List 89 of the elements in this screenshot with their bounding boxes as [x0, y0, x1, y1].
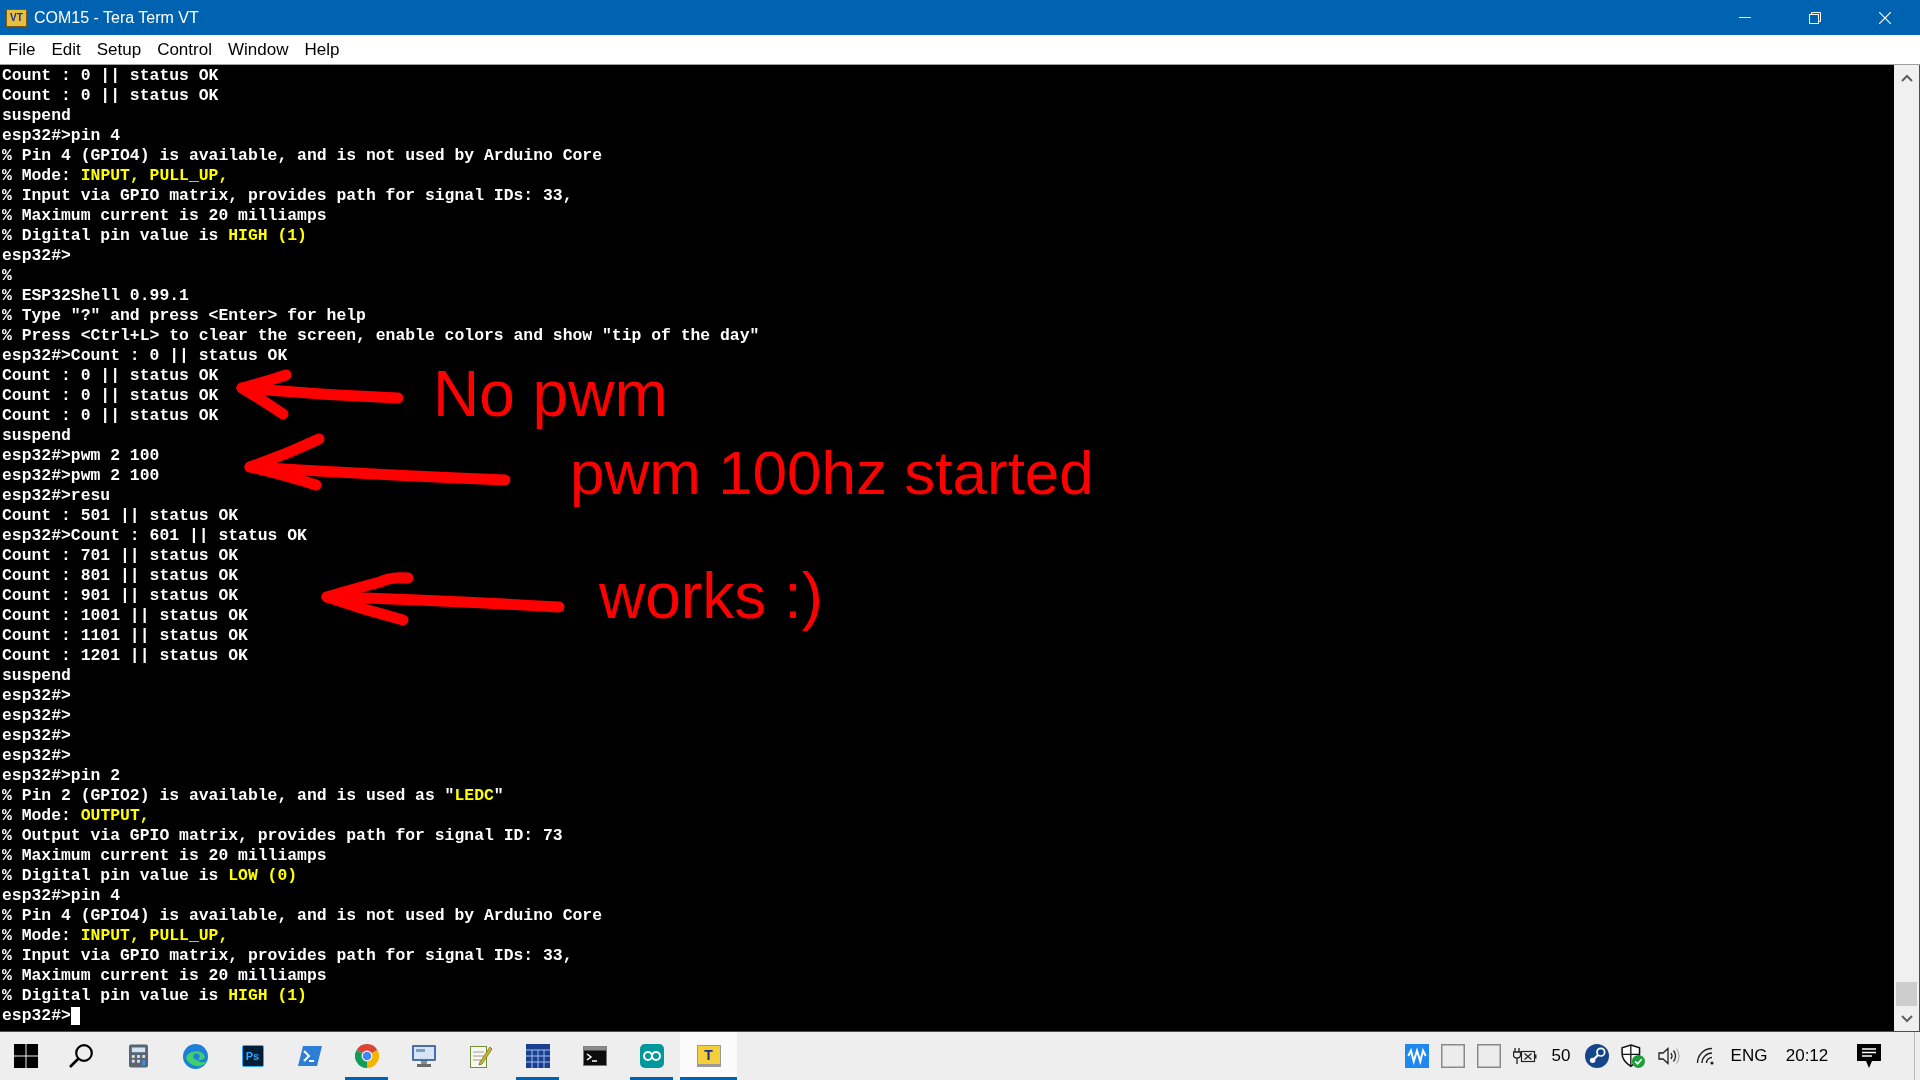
terminal-line: Count : 501 || status OK — [2, 506, 239, 526]
terminal-line: esp32#>pin 4 — [2, 126, 121, 146]
terminal-line: suspend — [2, 666, 71, 686]
terminal-line: esp32#>Count : 0 || status OK — [2, 346, 288, 366]
terminal-line: % Mode: OUTPUT, — [2, 806, 150, 826]
search-icon — [69, 1044, 93, 1068]
taskbar-app-button[interactable]: T — [680, 1032, 737, 1080]
chevron-down-icon — [1900, 1014, 1913, 1023]
four-squares-icon — [14, 1044, 38, 1068]
terminal-line: esp32#>pwm 2 100 — [2, 446, 160, 466]
terminal-line: esp32#>pwm 2 100 — [2, 466, 160, 486]
close-icon — [1879, 11, 1891, 24]
terminal-line: esp32#>Count : 601 || status OK — [2, 526, 307, 546]
round-app-icon[interactable] — [1585, 1044, 1609, 1068]
scrollbar-thumb[interactable] — [1896, 982, 1917, 1006]
terminal-line: esp32#>pin 2 — [2, 766, 121, 786]
vt-logo-icon: VT — [6, 8, 27, 27]
terminal-line: % Pin 4 (GPIO4) is available, and is not used by Arduino Core — [2, 146, 602, 166]
menu-item[interactable]: File — [0, 35, 44, 64]
terminal-line: Count : 801 || status OK — [2, 566, 239, 586]
terminal-line: esp32#> — [2, 1006, 71, 1026]
terminal-line: Count : 1101 || status OK — [2, 626, 248, 646]
terminal-line: Count : 0 || status OK — [2, 366, 219, 386]
menu-item[interactable]: Setup — [88, 35, 150, 64]
terminal-line: % Pin 4 (GPIO4) is available, and is not used by Arduino Core — [2, 906, 602, 926]
terminal-line: % Digital pin value is HIGH (1) — [2, 986, 307, 1006]
chevron-prompt-icon[interactable] — [297, 1046, 322, 1066]
terminal-line: % Digital pin value is LOW (0) — [2, 866, 298, 886]
menu-item[interactable]: Control — [149, 35, 220, 64]
minimize-icon — [1739, 17, 1751, 18]
terminal-line: Count : 1001 || status OK — [2, 606, 248, 626]
terminal-line: % Maximum current is 20 milliamps — [2, 966, 327, 986]
terminal-line: % Digital pin value is HIGH (1) — [2, 226, 307, 246]
blank-square-icon[interactable] — [1441, 1044, 1465, 1068]
waveform-app-icon[interactable] — [1405, 1044, 1429, 1068]
terminal-line: esp32#> — [2, 686, 71, 706]
notification-icon[interactable] — [1857, 1044, 1881, 1068]
terminal-line: % Pin 2 (GPIO2) is available, and is used as "LEDC" — [2, 786, 504, 806]
wifi-icon[interactable] — [1695, 1047, 1715, 1065]
terminal-line: % Input via GPIO matrix, provides path for signal IDs: 33, — [2, 946, 573, 966]
infinity-logo-icon[interactable] — [639, 1044, 664, 1068]
ring-logo-icon[interactable] — [354, 1044, 379, 1068]
speaker-icon[interactable] — [1658, 1047, 1680, 1065]
language-indicator[interactable]: ENG — [1730, 1043, 1768, 1069]
plug-battery-cross-icon[interactable] — [1513, 1047, 1537, 1065]
calculator-icon[interactable] — [129, 1044, 148, 1068]
menu-item[interactable]: Help — [296, 35, 348, 64]
menu-item[interactable]: Edit — [43, 35, 89, 64]
terminal-line: esp32#> — [2, 706, 71, 726]
restore-icon — [1809, 11, 1821, 24]
terminal-line: Count : 901 || status OK — [2, 586, 239, 606]
notepad-icon[interactable] — [469, 1044, 492, 1068]
t-logo-icon[interactable]: T — [696, 1045, 721, 1067]
terminal-line: % Maximum current is 20 milliamps — [2, 206, 327, 226]
terminal-line: Count : 0 || status OK — [2, 406, 219, 426]
terminal-line: Count : 1201 || status OK — [2, 646, 248, 666]
chevron-up-icon — [1900, 73, 1913, 82]
terminal-line: esp32#> — [2, 726, 71, 746]
clock-time[interactable]: 20:12 — [1785, 1043, 1829, 1069]
terminal-line: esp32#> — [2, 246, 71, 266]
taskbar-app-button[interactable]: Ps — [224, 1032, 281, 1080]
terminal-line: Count : 0 || status OK — [2, 66, 219, 86]
ps-logo-icon[interactable]: Ps — [241, 1045, 264, 1067]
terminal-line: % — [2, 266, 12, 286]
window-title: COM15 - Tera Term VT — [34, 7, 199, 28]
terminal-line: esp32#>pin 4 — [2, 886, 121, 906]
terminal-line: % Type "?" and press <Enter> for help — [2, 306, 366, 326]
swirl-logo-icon[interactable] — [183, 1043, 208, 1069]
console-icon[interactable] — [582, 1046, 607, 1066]
tray-number: 50 — [1551, 1045, 1571, 1068]
menu-item[interactable]: Window — [219, 35, 297, 64]
terminal-line: Count : 0 || status OK — [2, 386, 219, 406]
shield-check-icon[interactable] — [1621, 1044, 1645, 1068]
blank-square-icon[interactable] — [1477, 1044, 1501, 1068]
terminal-line: % Maximum current is 20 milliamps — [2, 846, 327, 866]
terminal-line: Count : 701 || status OK — [2, 546, 239, 566]
terminal-line: suspend — [2, 106, 71, 126]
terminal-line: % Input via GPIO matrix, provides path for signal IDs: 33, — [2, 186, 573, 206]
terminal-line: % Press <Ctrl+L> to clear the screen, enable colors and show "tip of the day" — [2, 326, 760, 346]
terminal-line: % ESP32Shell 0.99.1 — [2, 286, 189, 306]
terminal-line: Count : 0 || status OK — [2, 86, 219, 106]
terminal-line: esp32#>resu — [2, 486, 111, 506]
terminal-line: % Output via GPIO matrix, provides path for signal ID: 73 — [2, 826, 563, 846]
computer-icon[interactable] — [411, 1045, 436, 1067]
terminal-line: esp32#> — [2, 746, 71, 766]
terminal-line: % Mode: INPUT, PULL_UP, — [2, 166, 229, 186]
terminal-line: suspend — [2, 426, 71, 446]
terminal-line: % Mode: INPUT, PULL_UP, — [2, 926, 229, 946]
grid-app-icon[interactable] — [525, 1044, 550, 1068]
